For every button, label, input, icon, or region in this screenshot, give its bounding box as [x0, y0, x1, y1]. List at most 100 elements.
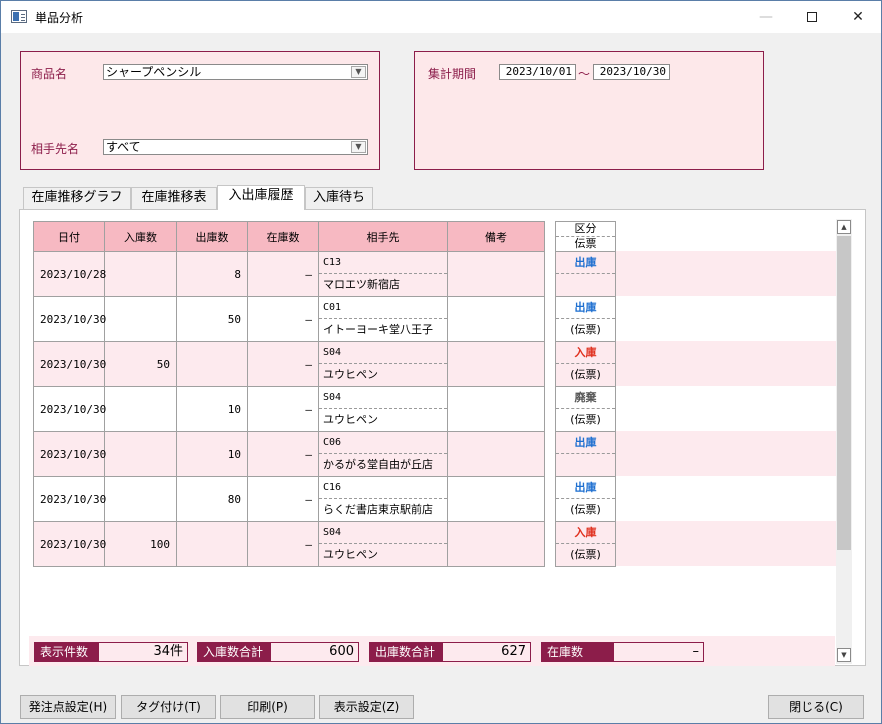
partner-combo[interactable]: すべて ▼ — [103, 139, 368, 155]
cell-date: 2023/10/30 — [33, 341, 106, 387]
out-total-label: 出庫数合計 — [369, 642, 443, 662]
cell-out — [176, 341, 248, 387]
title-bar: 単品分析 — ✕ — [1, 1, 881, 33]
col-header-out[interactable]: 出庫数 — [176, 221, 248, 252]
table-row[interactable]: 2023/10/30 80– C16 らくだ書店東京駅前店 — [33, 476, 545, 522]
table-row[interactable]: 2023/10/30 100 – S04 ユウヒペン — [33, 521, 545, 567]
app-icon — [11, 10, 27, 23]
tag-button[interactable]: タグ付け(T) — [121, 695, 216, 719]
col-header-in[interactable]: 入庫数 — [104, 221, 177, 252]
cell-out: 10 — [176, 431, 248, 477]
cell-in: 100 — [104, 521, 177, 567]
row-band — [616, 521, 836, 566]
slip-link[interactable]: (伝票) — [556, 364, 615, 386]
slip-link[interactable]: (伝票) — [556, 319, 615, 341]
cell-stock: – — [247, 521, 319, 567]
cell-date: 2023/10/30 — [33, 431, 106, 477]
tab-waiting[interactable]: 入庫待ち — [305, 187, 373, 209]
date-from-input[interactable]: 2023/10/01 — [499, 64, 576, 80]
count-value: 34件 — [99, 642, 188, 662]
minimize-button[interactable]: — — [743, 1, 789, 33]
stock-value: – — [614, 642, 704, 662]
table-row[interactable]: 2023/10/30 50 – S04 ユウヒペン — [33, 341, 545, 387]
kubun-cell[interactable]: 出庫 (伝票) — [556, 477, 615, 522]
cell-in — [104, 251, 177, 297]
display-settings-button[interactable]: 表示設定(Z) — [319, 695, 414, 719]
cell-in — [104, 431, 177, 477]
period-label: 集計期間 — [428, 67, 477, 81]
kubun-cell[interactable]: 廃棄 (伝票) — [556, 387, 615, 432]
partner-name: ユウヒペン — [323, 368, 378, 381]
chevron-down-icon[interactable]: ▼ — [351, 66, 366, 78]
maximize-button[interactable] — [789, 1, 835, 33]
cell-partner: S04 ユウヒペン — [318, 386, 448, 432]
out-total-value: 627 — [443, 642, 531, 662]
tab-stock-graph[interactable]: 在庫推移グラフ — [23, 187, 131, 209]
cell-note — [447, 431, 545, 477]
slip-link[interactable] — [556, 274, 615, 296]
kubun-label: 入庫 — [556, 522, 615, 544]
cell-note — [447, 296, 545, 342]
date-separator: ～ — [578, 67, 591, 81]
row-band — [616, 341, 836, 386]
cell-note — [447, 341, 545, 387]
slip-link[interactable]: (伝票) — [556, 544, 615, 566]
cell-out: 80 — [176, 476, 248, 522]
cell-in — [104, 476, 177, 522]
kubun-cell[interactable]: 入庫 (伝票) — [556, 342, 615, 387]
cell-stock: – — [247, 341, 319, 387]
slip-link[interactable]: (伝票) — [556, 409, 615, 431]
slip-link[interactable] — [556, 454, 615, 476]
tab-history[interactable]: 入出庫履歴 — [217, 185, 305, 210]
table-row[interactable]: 2023/10/30 10– S04 ユウヒペン — [33, 386, 545, 432]
product-combo[interactable]: シャープペンシル ▼ — [103, 64, 368, 80]
stock-label: 在庫数 — [541, 642, 614, 662]
kubun-cell[interactable]: 出庫 — [556, 432, 615, 477]
date-to-input[interactable]: 2023/10/30 — [593, 64, 670, 80]
kubun-label: 出庫 — [556, 432, 615, 454]
cell-note — [447, 521, 545, 567]
cell-note — [447, 476, 545, 522]
table-row[interactable]: 2023/10/30 10– C06 かるがる堂自由が丘店 — [33, 431, 545, 477]
slip-link[interactable]: (伝票) — [556, 499, 615, 521]
kubun-label: 出庫 — [556, 297, 615, 319]
cell-date: 2023/10/30 — [33, 386, 106, 432]
partner-name: かるがる堂自由が丘店 — [323, 458, 433, 471]
cell-partner: C06 かるがる堂自由が丘店 — [318, 431, 448, 477]
col-header-partner[interactable]: 相手先 — [318, 221, 448, 252]
scroll-thumb[interactable] — [837, 236, 851, 550]
close-window-button[interactable]: ✕ — [835, 1, 881, 33]
partner-code: S04 — [319, 387, 447, 409]
close-button[interactable]: 閉じる(C) — [768, 695, 864, 719]
scroll-up-icon[interactable]: ▲ — [837, 220, 851, 234]
print-button[interactable]: 印刷(P) — [220, 695, 315, 719]
order-point-button[interactable]: 発注点設定(H) — [20, 695, 116, 719]
table-row[interactable]: 2023/10/30 50– C01 イトーヨーキ堂八王子 — [33, 296, 545, 342]
kubun-cell[interactable]: 出庫 — [556, 252, 615, 297]
kubun-label: 出庫 — [556, 252, 615, 274]
col-header-date[interactable]: 日付 — [33, 221, 105, 252]
kubun-cell[interactable]: 出庫 (伝票) — [556, 297, 615, 342]
cell-note — [447, 386, 545, 432]
cell-date: 2023/10/28 — [33, 251, 106, 297]
col-header-note[interactable]: 備考 — [447, 221, 545, 252]
vertical-scrollbar[interactable]: ▲ ▼ — [836, 219, 852, 664]
cell-in — [104, 386, 177, 432]
partner-name: ユウヒペン — [323, 548, 378, 561]
partner-code: S04 — [319, 342, 447, 364]
tab-stock-table[interactable]: 在庫推移表 — [131, 187, 217, 209]
partner-code: C16 — [319, 477, 447, 499]
partner-code: C06 — [319, 432, 447, 454]
window-title: 単品分析 — [35, 11, 84, 25]
cell-in — [104, 296, 177, 342]
kubun-cell[interactable]: 入庫 (伝票) — [556, 522, 615, 567]
scroll-down-icon[interactable]: ▼ — [837, 648, 851, 662]
cell-partner: C13 マロエツ新宿店 — [318, 251, 448, 297]
cell-stock: – — [247, 431, 319, 477]
chevron-down-icon[interactable]: ▼ — [351, 141, 366, 153]
table-row[interactable]: 2023/10/28 8– C13 マロエツ新宿店 — [33, 251, 545, 297]
kubun-header: 区分 伝票 — [556, 222, 615, 252]
history-table: 日付 入庫数 出庫数 在庫数 相手先 備考 2023/10/28 8– C13 マロエ… — [33, 221, 545, 567]
cell-stock: – — [247, 251, 319, 297]
col-header-stock[interactable]: 在庫数 — [247, 221, 319, 252]
